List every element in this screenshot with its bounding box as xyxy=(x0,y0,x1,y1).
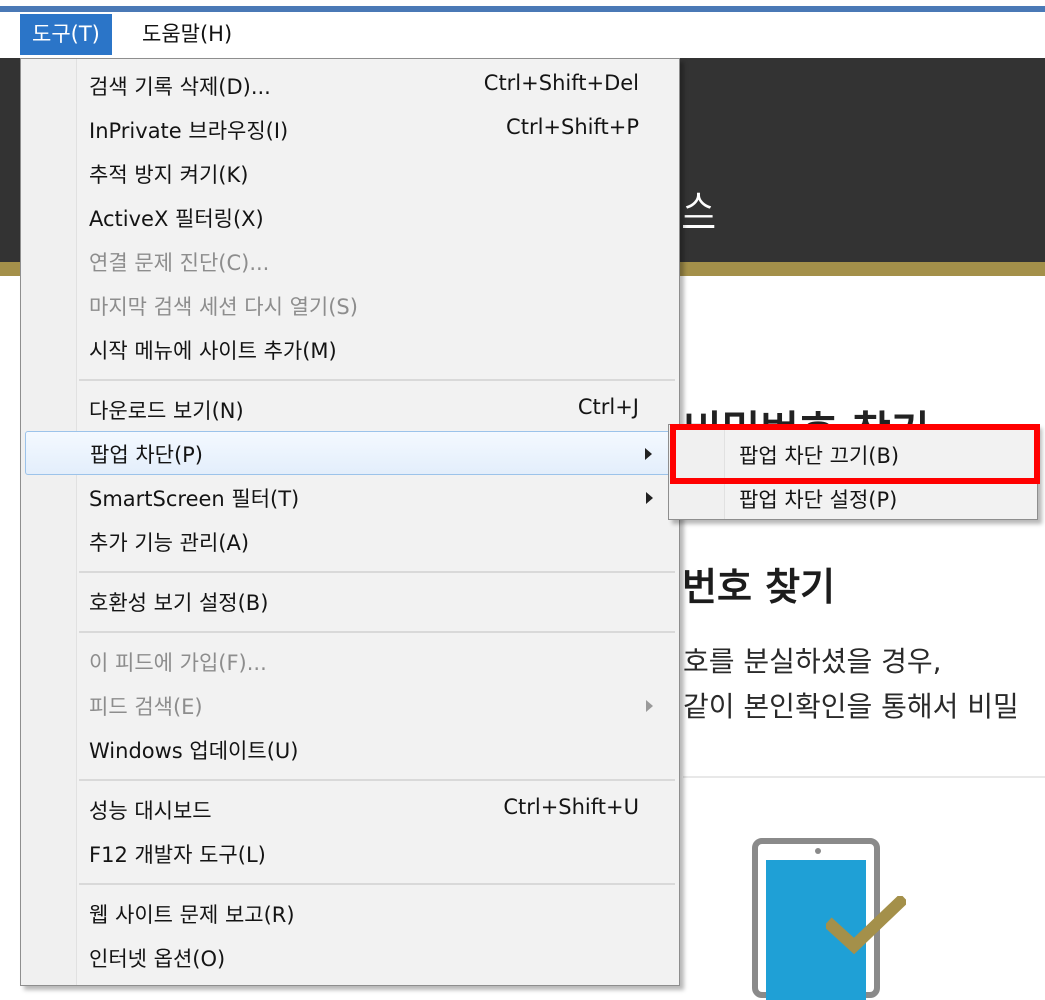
menu-item-diagnose-connection: 연결 문제 진단(C)... xyxy=(25,239,675,283)
submenu-arrow-icon xyxy=(646,492,653,504)
menu-item-compatibility-view[interactable]: 호환성 보기 설정(B) xyxy=(25,579,675,623)
menu-item-shortcut: Ctrl+Shift+U xyxy=(503,795,639,819)
menu-item-label: F12 개발자 도구(L) xyxy=(89,843,266,867)
menu-separator xyxy=(79,379,675,381)
menu-item-subscribe-feed: 이 피드에 가입(F)... xyxy=(25,639,675,683)
menu-item-report-website-problems[interactable]: 웹 사이트 문제 보고(R) xyxy=(25,891,675,935)
menu-item-internet-options[interactable]: 인터넷 옵션(O) xyxy=(25,935,675,979)
checkmark-icon xyxy=(826,896,906,955)
red-highlight-annotation xyxy=(670,424,1040,484)
description-line-1: 호를 분실하셨을 경우, xyxy=(683,645,942,678)
menu-item-popup-blocker[interactable]: 팝업 차단(P) xyxy=(25,431,675,475)
menu-item-label: InPrivate 브라우징(I) xyxy=(89,119,289,143)
phone-camera-dot xyxy=(815,848,821,854)
menu-item-shortcut: Ctrl+Shift+Del xyxy=(483,71,639,95)
menu-item-label: 팝업 차단(P) xyxy=(90,443,204,467)
menu-item-performance-dashboard[interactable]: 성능 대시보드 Ctrl+Shift+U xyxy=(25,787,675,831)
menu-item-label: 검색 기록 삭제(D)... xyxy=(89,75,271,99)
menu-separator xyxy=(79,571,675,573)
menu-item-tracking-protection[interactable]: 추적 방지 켜기(K) xyxy=(25,151,675,195)
menu-item-manage-addons[interactable]: 추가 기능 관리(A) xyxy=(25,519,675,563)
menu-separator xyxy=(79,631,675,633)
menu-item-shortcut: Ctrl+Shift+P xyxy=(506,115,639,139)
menu-item-shortcut: Ctrl+J xyxy=(577,395,639,419)
menu-item-label: 웹 사이트 문제 보고(R) xyxy=(89,903,295,927)
menu-item-delete-history[interactable]: 검색 기록 삭제(D)... Ctrl+Shift+Del xyxy=(25,63,675,107)
menu-item-label: 호환성 보기 설정(B) xyxy=(89,591,269,615)
content-divider xyxy=(683,776,1045,778)
menu-item-label: SmartScreen 필터(T) xyxy=(89,487,300,511)
menu-item-smartscreen-filter[interactable]: SmartScreen 필터(T) xyxy=(25,475,675,519)
menu-item-label: 이 피드에 가입(F)... xyxy=(89,651,267,675)
menu-item-label: 마지막 검색 세션 다시 열기(S) xyxy=(89,295,358,319)
submenu-arrow-icon xyxy=(645,448,652,460)
menu-item-inprivate[interactable]: InPrivate 브라우징(I) Ctrl+Shift+P xyxy=(25,107,675,151)
menu-item-reopen-last-session: 마지막 검색 세션 다시 열기(S) xyxy=(25,283,675,327)
header-nav-link[interactable]: 스 xyxy=(683,180,714,229)
menu-separator xyxy=(79,883,675,885)
section-title: 번호 찾기 xyxy=(682,565,836,609)
menu-item-label: 팝업 차단 설정(P) xyxy=(739,488,898,512)
menu-item-windows-update[interactable]: Windows 업데이트(U) xyxy=(25,727,675,771)
menu-bar: 도구(T) 도움말(H) xyxy=(0,12,1045,58)
menu-item-label: 추가 기능 관리(A) xyxy=(89,531,250,555)
tools-dropdown-menu: 검색 기록 삭제(D)... Ctrl+Shift+Del InPrivate … xyxy=(20,58,680,986)
menu-item-label: 성능 대시보드 xyxy=(89,799,212,823)
menu-separator xyxy=(79,779,675,781)
menu-item-view-downloads[interactable]: 다운로드 보기(N) Ctrl+J xyxy=(25,387,675,431)
menu-item-label: 인터넷 옵션(O) xyxy=(89,947,226,971)
menu-item-add-site-to-start[interactable]: 시작 메뉴에 사이트 추가(M) xyxy=(25,327,675,371)
menu-item-feed-discovery: 피드 검색(E) xyxy=(25,683,675,727)
menu-item-label: 시작 메뉴에 사이트 추가(M) xyxy=(89,339,337,363)
menu-item-label: Windows 업데이트(U) xyxy=(89,739,299,763)
window-top-border xyxy=(0,0,1045,12)
submenu-arrow-icon xyxy=(646,700,653,712)
menu-item-label: 다운로드 보기(N) xyxy=(89,399,244,423)
description-line-2: 같이 본인확인을 통해서 비밀 xyxy=(683,690,1019,723)
menu-item-activex-filtering[interactable]: ActiveX 필터링(X) xyxy=(25,195,675,239)
menubar-tools[interactable]: 도구(T) xyxy=(20,14,112,55)
menu-item-label: 추적 방지 켜기(K) xyxy=(89,163,249,187)
menu-item-label: ActiveX 필터링(X) xyxy=(89,207,264,231)
menu-item-f12-developer-tools[interactable]: F12 개발자 도구(L) xyxy=(25,831,675,875)
menu-item-label: 피드 검색(E) xyxy=(89,695,203,719)
menubar-help[interactable]: 도움말(H) xyxy=(130,14,244,55)
menu-item-label: 연결 문제 진단(C)... xyxy=(89,251,270,275)
